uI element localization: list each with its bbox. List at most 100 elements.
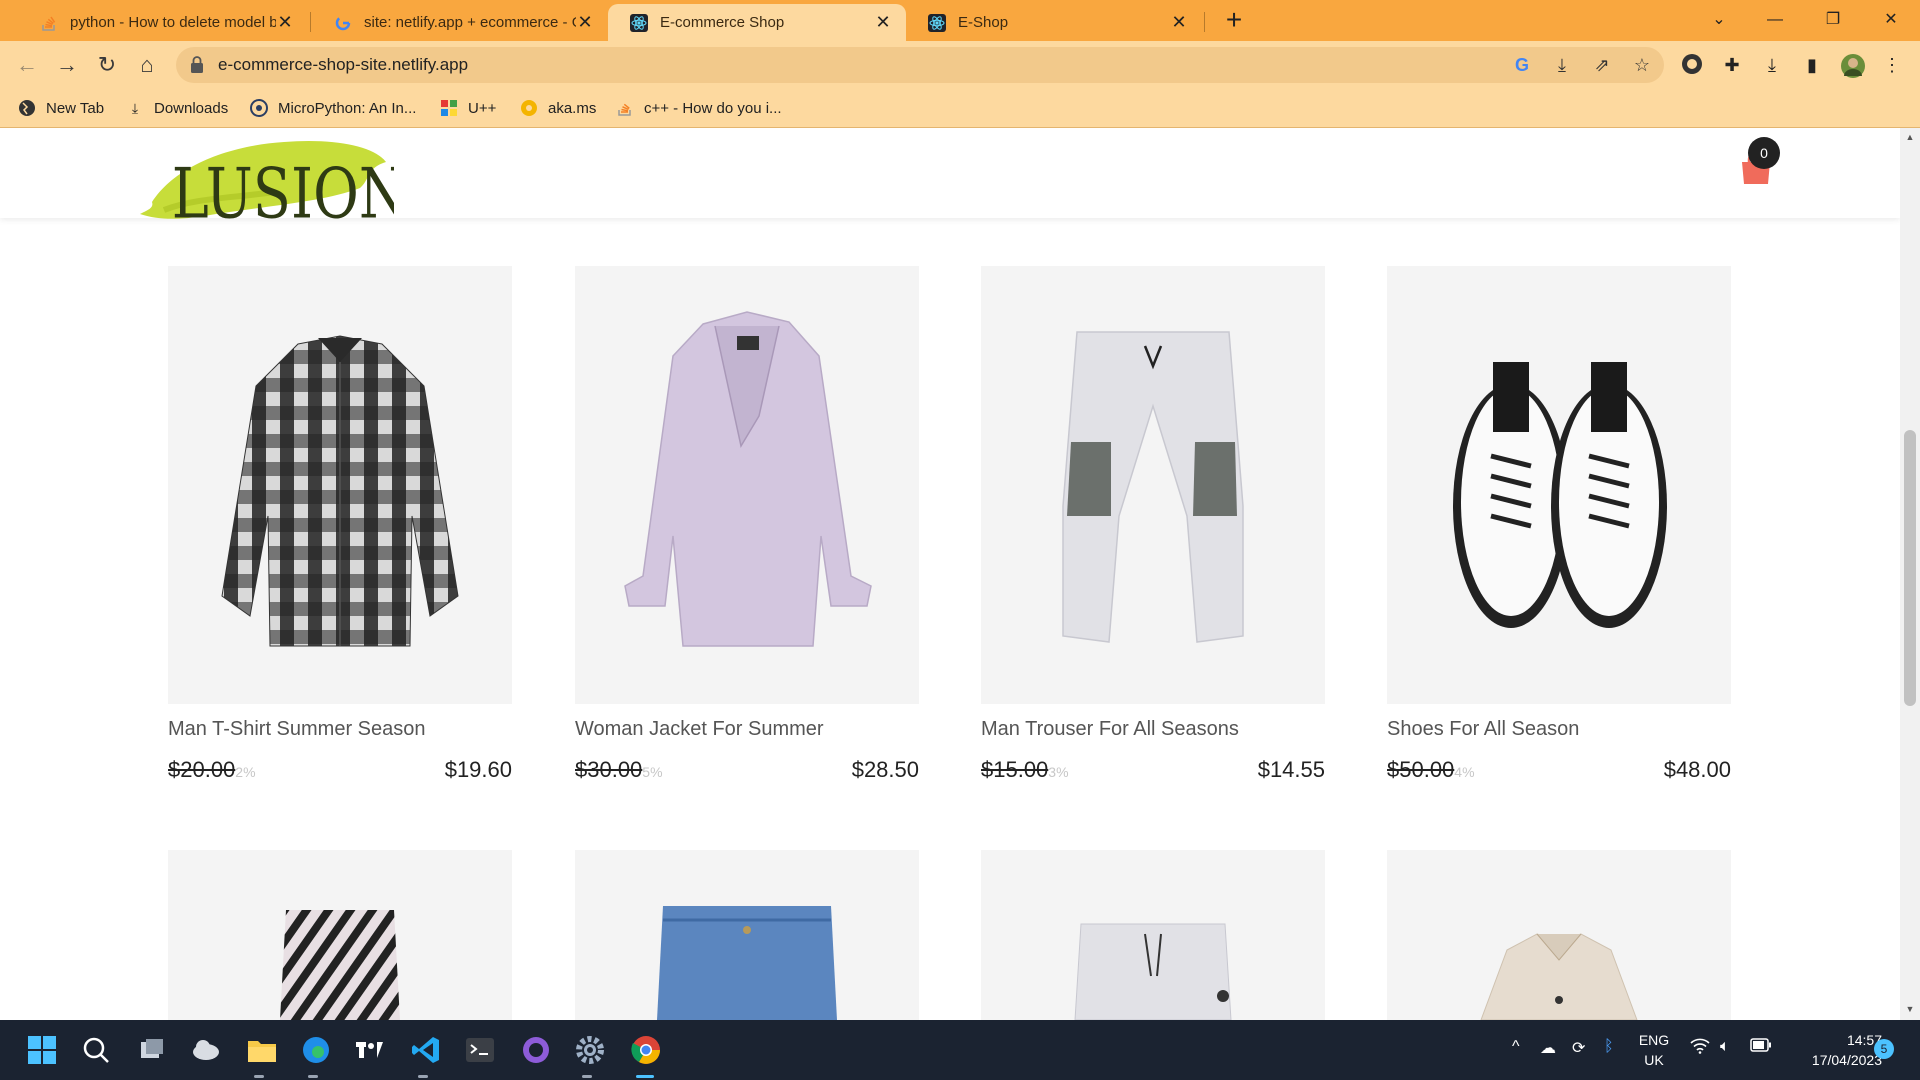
new-tab-plus-icon[interactable]: +	[1222, 6, 1246, 34]
back-arrow-icon[interactable]: ←	[12, 50, 42, 80]
install-app-icon[interactable]: ⤓	[1550, 53, 1574, 77]
site-logo[interactable]: LUSION	[134, 128, 408, 234]
tab-divider	[310, 12, 311, 32]
bookmark-new-tab[interactable]: New Tab	[18, 96, 104, 120]
product-image[interactable]	[981, 266, 1325, 704]
tab-divider	[1204, 12, 1205, 32]
settings-gear-icon[interactable]	[572, 1032, 608, 1068]
product-card[interactable]	[981, 850, 1325, 1020]
window-close-icon[interactable]: ✕	[1876, 6, 1906, 34]
sync-icon[interactable]: ⟳	[1572, 1038, 1585, 1058]
vscode-icon[interactable]	[408, 1032, 444, 1068]
product-prices: $30.005% $28.50	[575, 757, 919, 785]
restore-icon[interactable]: ❐	[1818, 6, 1848, 34]
page-scrollbar[interactable]: ▲ ▼	[1900, 128, 1920, 1020]
wifi-icon[interactable]	[1690, 1038, 1710, 1059]
discount-percent: 2%	[235, 764, 256, 780]
running-indicator	[254, 1075, 264, 1078]
tab-eshop[interactable]: E-Shop ✕	[906, 4, 1202, 41]
bookmark-upp[interactable]: U++	[440, 96, 496, 120]
tab-stackoverflow[interactable]: python - How to delete model b ✕	[18, 4, 308, 41]
product-card[interactable]: Man Trouser For All Seasons $15.003% $14…	[981, 266, 1325, 785]
input-region[interactable]: UK	[1636, 1052, 1672, 1068]
volume-icon[interactable]: 🔈︎	[1720, 1038, 1730, 1056]
close-tab-icon[interactable]: ✕	[1170, 12, 1188, 33]
bookmark-label: aka.ms	[548, 99, 597, 117]
onedrive-cloud-icon[interactable]	[188, 1032, 224, 1068]
clock-date[interactable]: 17/04/2023	[1786, 1052, 1882, 1068]
bookmark-akams[interactable]: aka.ms	[520, 96, 596, 120]
bookmark-label: New Tab	[46, 99, 105, 117]
product-name[interactable]: Man Trouser For All Seasons	[981, 718, 1325, 741]
scroll-up-arrow-icon[interactable]: ▲	[1904, 132, 1916, 142]
close-tab-icon[interactable]: ✕	[276, 12, 294, 33]
product-name[interactable]: Woman Jacket For Summer	[575, 718, 919, 741]
bookmark-star-icon[interactable]: ☆	[1630, 53, 1654, 77]
share-icon[interactable]: ⇗	[1590, 53, 1614, 77]
scrollbar-thumb[interactable]	[1904, 430, 1916, 706]
tab-search-chevron-icon[interactable]: ⌄	[1704, 6, 1734, 34]
clock-time[interactable]: 14:57	[1786, 1032, 1882, 1048]
google-lens-icon[interactable]: G	[1510, 53, 1534, 77]
bookmark-micropython[interactable]: MicroPython: An In...	[250, 96, 416, 120]
close-tab-icon[interactable]: ✕	[874, 12, 892, 33]
menu-kebab-icon[interactable]: ⋮	[1880, 53, 1904, 77]
side-panel-icon[interactable]: ▮	[1800, 53, 1824, 77]
tray-overflow-chevron-icon[interactable]: ^	[1512, 1038, 1520, 1056]
task-view-icon[interactable]	[134, 1032, 170, 1068]
windows-start-icon[interactable]	[24, 1032, 60, 1068]
product-card[interactable]	[168, 850, 512, 1020]
product-image[interactable]	[575, 850, 919, 1020]
input-language[interactable]: ENG	[1636, 1032, 1672, 1048]
profile-avatar[interactable]	[1840, 53, 1865, 78]
scroll-down-arrow-icon[interactable]: ▼	[1904, 1004, 1916, 1014]
bluetooth-icon[interactable]: ᛒ	[1604, 1038, 1614, 1056]
product-image[interactable]	[981, 850, 1325, 1020]
forward-arrow-icon[interactable]: →	[52, 50, 82, 80]
tradingview-icon[interactable]	[352, 1032, 388, 1068]
product-card[interactable]: Woman Jacket For Summer $30.005% $28.50	[575, 266, 919, 785]
product-image[interactable]	[1387, 266, 1731, 704]
product-image[interactable]	[168, 266, 512, 704]
bookmark-cpp-question[interactable]: c++ - How do you i...	[616, 96, 782, 120]
bookmark-downloads[interactable]: ⤓ Downloads	[126, 96, 228, 120]
onedrive-tray-icon[interactable]: ☁	[1540, 1038, 1556, 1058]
chrome-icon[interactable]	[628, 1032, 664, 1068]
cart-count-badge[interactable]: 0	[1748, 137, 1780, 169]
stackoverflow-icon	[616, 99, 634, 117]
bookmark-label: Downloads	[154, 99, 229, 117]
product-card[interactable]: Shoes For All Season $50.004% $48.00	[1387, 266, 1731, 785]
tab-ecommerce-shop[interactable]: E-commerce Shop ✕	[608, 4, 906, 41]
terminal-icon[interactable]	[462, 1032, 498, 1068]
product-image[interactable]	[1387, 850, 1731, 1020]
url-text[interactable]: e-commerce-shop-site.netlify.app	[218, 55, 468, 75]
sale-price: $14.55	[1257, 757, 1325, 782]
home-icon[interactable]: ⌂	[132, 50, 162, 80]
minimize-icon[interactable]: —	[1760, 6, 1790, 34]
github-desktop-icon[interactable]	[518, 1032, 554, 1068]
sale-price: $28.50	[851, 757, 919, 782]
downloads-icon[interactable]: ⤓	[1760, 53, 1784, 77]
windows-taskbar: ^ ☁ ⟳ ᛒ ENG UK 🔈︎ 14:57 17/04/2023 5	[0, 1020, 1920, 1080]
product-name[interactable]: Shoes For All Season	[1387, 718, 1731, 741]
address-bar[interactable]: e-commerce-shop-site.netlify.app G ⤓ ⇗ ☆	[176, 47, 1664, 83]
product-card[interactable]	[575, 850, 919, 1020]
battery-icon[interactable]	[1750, 1038, 1772, 1057]
sale-price: $19.60	[444, 757, 512, 782]
extensions-puzzle-icon[interactable]: ✚	[1720, 53, 1744, 77]
notification-count-badge[interactable]: 5	[1874, 1039, 1894, 1059]
original-price: $15.00	[981, 757, 1049, 782]
file-explorer-icon[interactable]	[244, 1032, 280, 1068]
product-card[interactable]: Man T-Shirt Summer Season $20.002% $19.6…	[168, 266, 512, 785]
edge-browser-icon[interactable]	[298, 1032, 334, 1068]
tab-google-search[interactable]: site: netlify.app + ecommerce - G ✕	[312, 4, 608, 41]
extension-github-icon[interactable]	[1680, 53, 1704, 77]
upp-icon	[440, 99, 458, 117]
search-icon[interactable]	[78, 1032, 114, 1068]
close-tab-icon[interactable]: ✕	[576, 12, 594, 33]
product-image[interactable]	[575, 266, 919, 704]
product-name[interactable]: Man T-Shirt Summer Season	[168, 718, 512, 741]
product-image[interactable]	[168, 850, 512, 1020]
reload-icon[interactable]: ↻	[92, 50, 122, 80]
product-card[interactable]	[1387, 850, 1731, 1020]
